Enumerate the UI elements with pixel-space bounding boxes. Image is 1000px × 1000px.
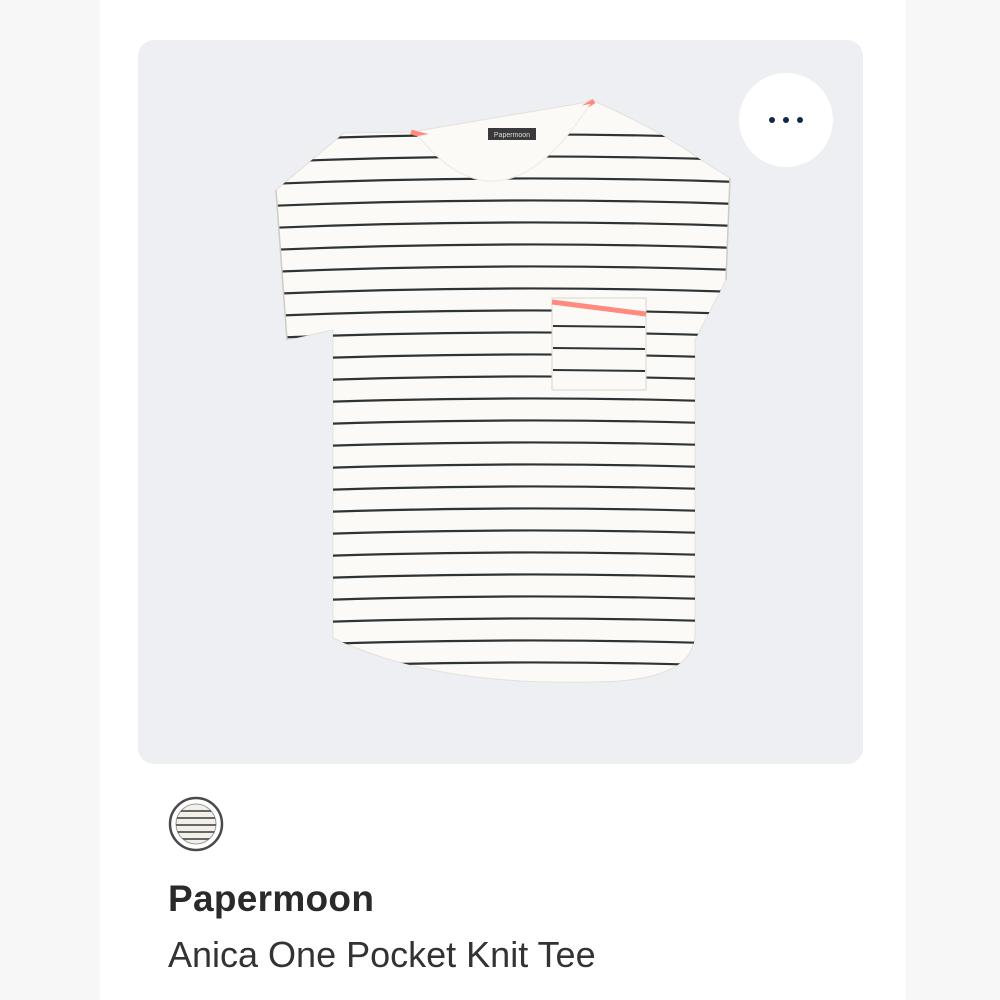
more-options-button[interactable] <box>739 73 833 167</box>
svg-text:Papermoon: Papermoon <box>494 132 530 139</box>
color-swatch-stripe[interactable] <box>168 796 224 852</box>
pocket-stripe <box>552 325 646 328</box>
pocket-stripe <box>552 369 646 372</box>
brand-name: Papermoon <box>168 878 375 919</box>
more-horizontal-icon <box>769 117 775 123</box>
product-image-card[interactable]: Papermoon <box>138 40 863 764</box>
more-dot <box>783 117 789 123</box>
shirt-stripe <box>268 684 738 690</box>
product-name: Anica One Pocket Knit Tee <box>168 934 596 975</box>
pocket-stripe <box>552 347 646 350</box>
more-dot <box>797 117 803 123</box>
